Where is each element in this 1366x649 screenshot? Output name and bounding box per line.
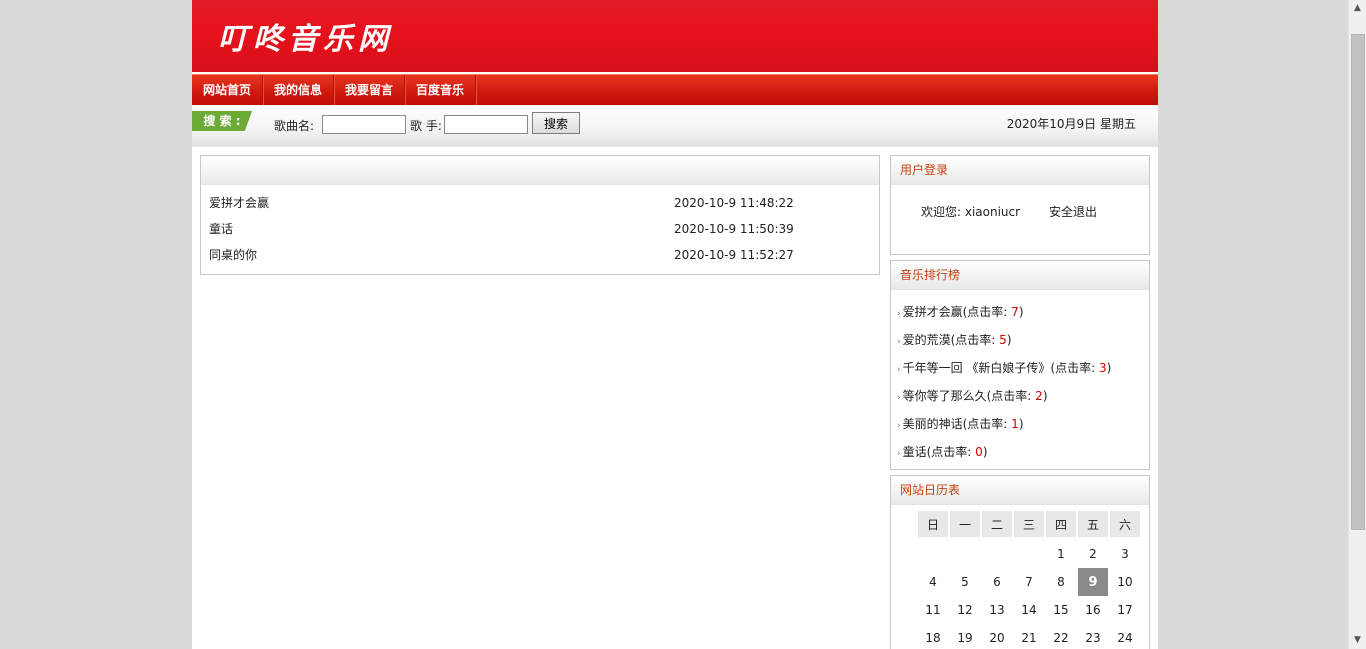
calendar-day: 17: [1117, 603, 1133, 617]
calendar-day: 22: [1053, 631, 1069, 645]
nav-item-my-info[interactable]: 我的信息: [263, 75, 335, 106]
calendar-day: [982, 537, 1012, 568]
search-bar: 搜 索 : 歌曲名: 歌 手: 搜索 2020年10月9日 星期五: [192, 105, 1158, 147]
calendar-day: 19: [957, 631, 973, 645]
calendar-day: 13: [989, 603, 1005, 617]
weekday-header: 一: [950, 511, 980, 537]
click-count: 3: [1098, 361, 1107, 375]
search-tag-label: 搜 索 :: [192, 111, 252, 131]
calendar-day: 3: [1121, 547, 1129, 561]
song-upload-time: 2020-10-9 11:48:22: [674, 196, 794, 210]
calendar-day: 11: [925, 603, 941, 617]
ranking-item[interactable]: › 爱拼才会赢(点击率: 7): [891, 298, 1149, 326]
current-date: 2020年10月9日 星期五: [1006, 117, 1136, 131]
song-row: 童话 2020-10-9 11:50:39: [201, 216, 879, 242]
arrow-right-icon: ›: [897, 449, 901, 459]
calendar-day: [950, 537, 980, 568]
nav-item-leave-message[interactable]: 我要留言: [334, 75, 406, 106]
login-panel-title: 用户登录: [891, 156, 1149, 185]
calendar-day: 24: [1117, 631, 1133, 645]
song-name-label: 歌曲名:: [274, 119, 315, 133]
song-list-panel: 爱拼才会赢 2020-10-9 11:48:22 童话 2020-10-9 11…: [200, 155, 880, 275]
song-upload-time: 2020-10-9 11:52:27: [674, 248, 794, 262]
calendar-day: 4: [929, 575, 937, 589]
calendar-day: 1: [1057, 547, 1065, 561]
weekday-header: 五: [1078, 511, 1108, 537]
calendar-table: 日 一 二 三 四 五 六 1 2 3 4 5 6 7 8 9 10 11 12…: [916, 511, 1142, 649]
calendar-day: 6: [993, 575, 1001, 589]
singer-input[interactable]: [444, 115, 528, 134]
calendar-day: 15: [1053, 603, 1069, 617]
song-title-link[interactable]: 童话: [209, 216, 233, 242]
search-button[interactable]: 搜索: [532, 112, 580, 134]
weekday-header: 日: [918, 511, 948, 537]
song-row: 爱拼才会赢 2020-10-9 11:48:22: [201, 190, 879, 216]
song-title-link[interactable]: 同桌的你: [209, 242, 257, 268]
calendar-day: 20: [989, 631, 1005, 645]
ranking-panel: 音乐排行榜 › 爱拼才会赢(点击率: 7) › 爱的荒漠(点击率: 5) › 千年等一…: [890, 260, 1150, 470]
calendar-day: 23: [1085, 631, 1101, 645]
arrow-right-icon: ›: [897, 365, 901, 375]
calendar-day: [1014, 537, 1044, 568]
song-name-input[interactable]: [322, 115, 406, 134]
ranking-item[interactable]: › 爱的荒漠(点击率: 5): [891, 326, 1149, 354]
calendar-panel: 网站日历表 日 一 二 三 四 五 六 1 2 3 4 5 6 7 8 9 10…: [890, 475, 1150, 649]
ranking-panel-title: 音乐排行榜: [891, 261, 1149, 290]
scroll-up-icon[interactable]: ▲: [1349, 0, 1366, 17]
arrow-right-icon: ›: [897, 337, 901, 347]
welcome-text: 欢迎您: xiaoniucr: [921, 205, 1021, 219]
ranking-item[interactable]: › 千年等一回 《新白娘子传》(点击率: 3): [891, 354, 1149, 382]
song-title-link[interactable]: 爱拼才会赢: [209, 190, 269, 216]
calendar-day: 12: [957, 603, 973, 617]
click-count: 7: [1011, 305, 1019, 319]
page-scrollbar[interactable]: ▲ ▼: [1348, 0, 1366, 649]
site-logo-title: 叮咚音乐网: [218, 22, 393, 57]
calendar-day: 5: [961, 575, 969, 589]
song-list-header: [201, 156, 879, 185]
calendar-day: [918, 537, 948, 568]
weekday-header: 二: [982, 511, 1012, 537]
click-count: 1: [1011, 417, 1019, 431]
calendar-day: 8: [1057, 575, 1065, 589]
calendar-day: 18: [925, 631, 941, 645]
calendar-day: 16: [1085, 603, 1101, 617]
song-upload-time: 2020-10-9 11:50:39: [674, 222, 794, 236]
nav-item-baidu-music[interactable]: 百度音乐: [405, 75, 477, 106]
arrow-right-icon: ›: [897, 309, 901, 319]
ranking-item[interactable]: › 童话(点击率: 0): [891, 438, 1149, 466]
scrollbar-thumb[interactable]: [1351, 34, 1365, 530]
weekday-header: 六: [1110, 511, 1140, 537]
click-count: 0: [975, 445, 983, 459]
arrow-right-icon: ›: [897, 393, 901, 403]
scroll-down-icon[interactable]: ▼: [1349, 632, 1366, 649]
click-count: 5: [999, 333, 1007, 347]
calendar-day: 14: [1021, 603, 1037, 617]
nav-item-home[interactable]: 网站首页: [192, 75, 264, 106]
login-panel: 用户登录 欢迎您: xiaoniucr 安全退出: [890, 155, 1150, 255]
calendar-day: 2: [1089, 547, 1097, 561]
singer-label: 歌 手:: [410, 119, 442, 133]
song-row: 同桌的你 2020-10-9 11:52:27: [201, 242, 879, 268]
calendar-day: 7: [1025, 575, 1033, 589]
site-banner: 叮咚音乐网: [192, 0, 1158, 72]
weekday-header: 三: [1014, 511, 1044, 537]
weekday-header: 四: [1046, 511, 1076, 537]
ranking-list: › 爱拼才会赢(点击率: 7) › 爱的荒漠(点击率: 5) › 千年等一回 《新白娘…: [891, 290, 1149, 466]
click-count: 2: [1035, 389, 1043, 403]
calendar-day: 21: [1021, 631, 1037, 645]
page-container: 叮咚音乐网 网站首页 我的信息 我要留言 百度音乐 搜 索 : 歌曲名: 歌 手…: [192, 0, 1158, 649]
calendar-day: 10: [1117, 575, 1133, 589]
main-nav: 网站首页 我的信息 我要留言 百度音乐: [192, 74, 1158, 106]
ranking-item[interactable]: › 美丽的神话(点击率: 1): [891, 410, 1149, 438]
calendar-day-today: 9: [1078, 568, 1108, 596]
arrow-right-icon: ›: [897, 421, 901, 431]
calendar-panel-title: 网站日历表: [891, 476, 1149, 505]
ranking-item[interactable]: › 等你等了那么久(点击率: 2): [891, 382, 1149, 410]
logout-link[interactable]: 安全退出: [1049, 203, 1097, 220]
